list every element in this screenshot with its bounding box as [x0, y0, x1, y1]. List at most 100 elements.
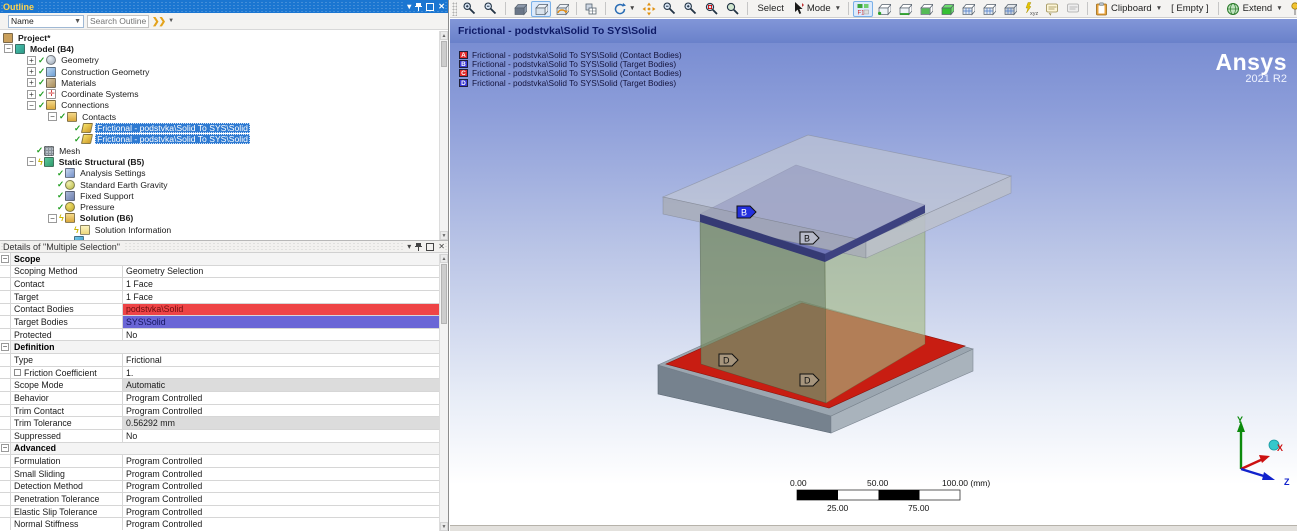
- tree-item[interactable]: +✓Coordinate Systems: [0, 88, 448, 99]
- tree-item[interactable]: −ϟSolution (B6): [0, 213, 448, 224]
- tree-expander-icon[interactable]: −: [48, 112, 57, 121]
- expand-tree-icon[interactable]: ❯❯: [152, 16, 165, 27]
- scroll-down-icon[interactable]: ▼: [440, 522, 448, 531]
- tree-item[interactable]: −Model (B4): [0, 43, 448, 54]
- pan-icon[interactable]: [639, 1, 659, 17]
- scroll-up-icon[interactable]: ▲: [440, 254, 448, 263]
- tree-item[interactable]: ✓Analysis Settings: [0, 168, 448, 179]
- coordinate-triad[interactable]: Y X Z: [1237, 415, 1290, 487]
- scroll-up-icon[interactable]: ▲: [440, 31, 448, 40]
- element-face-select-icon[interactable]: [979, 1, 999, 17]
- tree-item[interactable]: −✓Connections: [0, 100, 448, 111]
- tree-item[interactable]: +✓Construction Geometry: [0, 66, 448, 77]
- face-select-icon[interactable]: [916, 1, 936, 17]
- tree-expander-icon[interactable]: +: [27, 67, 36, 76]
- body-select-icon[interactable]: [937, 1, 957, 17]
- panel-dropdown-icon[interactable]: ▾: [407, 3, 411, 11]
- close-icon[interactable]: ✕: [438, 3, 445, 11]
- zoom-minus-icon[interactable]: [660, 1, 680, 17]
- outline-scrollbar[interactable]: ▲ ▼: [439, 31, 448, 240]
- property-value[interactable]: Program Controlled: [123, 392, 448, 404]
- select-by-icon[interactable]: Select By▼: [1287, 1, 1297, 17]
- model-scene[interactable]: B B D D 0.00 50.00 100.00 (mm) 25.00 75.…: [450, 19, 1297, 525]
- zoom-plus-icon[interactable]: [681, 1, 701, 17]
- node-select-icon[interactable]: [958, 1, 978, 17]
- shaded-exterior-icon[interactable]: [531, 1, 551, 17]
- tree-item[interactable]: +✓Materials: [0, 77, 448, 88]
- float-icon[interactable]: [426, 3, 434, 11]
- annotation-disabled-icon[interactable]: [1063, 1, 1083, 17]
- tree-expander-icon[interactable]: −: [27, 157, 36, 166]
- rotate-icon[interactable]: ▼: [610, 1, 638, 17]
- tree-item[interactable]: ✓Frictional - podstvka\Solid To SYS\Soli…: [0, 122, 448, 133]
- tree-expander-icon[interactable]: +: [27, 56, 36, 65]
- tree-expander-icon[interactable]: −: [27, 101, 36, 110]
- property-value[interactable]: 0.56292 mm: [123, 417, 448, 429]
- label-filter-icon[interactable]: F1: [853, 1, 873, 17]
- property-value[interactable]: Program Controlled: [123, 481, 448, 493]
- show-mesh-icon[interactable]: [581, 1, 601, 17]
- property-value[interactable]: Geometry Selection: [123, 266, 448, 278]
- box-zoom-icon[interactable]: [702, 1, 722, 17]
- tree-expander-icon[interactable]: +: [27, 90, 36, 99]
- tree-item[interactable]: ✓Standard Earth Gravity: [0, 179, 448, 190]
- panel-dropdown-icon[interactable]: ▾: [407, 243, 411, 251]
- zoom-fit-icon[interactable]: [723, 1, 743, 17]
- toolbar-grip[interactable]: [452, 2, 457, 16]
- parameter-checkbox[interactable]: [14, 369, 21, 376]
- clipboard-empty-label[interactable]: [ Empty ]: [1166, 1, 1213, 17]
- property-value[interactable]: Frictional: [123, 354, 448, 366]
- tree-item[interactable]: +✓Geometry: [0, 55, 448, 66]
- wireframe-icon[interactable]: [552, 1, 572, 17]
- select-label[interactable]: Select: [752, 1, 788, 17]
- property-value[interactable]: No: [123, 430, 448, 442]
- property-value[interactable]: No: [123, 329, 448, 341]
- tree-item[interactable]: ✓Mesh: [0, 145, 448, 156]
- scroll-down-icon[interactable]: ▼: [440, 231, 448, 240]
- tree-item[interactable]: ✓Frictional - podstvka\Solid To SYS\Soli…: [0, 134, 448, 145]
- clipboard-icon[interactable]: Clipboard▼: [1092, 1, 1165, 17]
- pin-icon[interactable]: [415, 2, 422, 11]
- property-value[interactable]: 1 Face: [123, 291, 448, 303]
- property-value[interactable]: SYS\Solid: [123, 316, 448, 328]
- property-value[interactable]: Program Controlled: [123, 493, 448, 505]
- scroll-thumb[interactable]: [441, 264, 447, 324]
- edge-select-icon[interactable]: [895, 1, 915, 17]
- vertex-select-icon[interactable]: [874, 1, 894, 17]
- select-mode-cursor-icon[interactable]: Mode▼: [790, 1, 844, 17]
- tree-expander-icon[interactable]: −: [4, 44, 13, 53]
- property-value[interactable]: Automatic: [123, 379, 448, 391]
- element-select-icon[interactable]: [1000, 1, 1020, 17]
- collapse-icon[interactable]: −: [1, 255, 9, 263]
- property-value[interactable]: Program Controlled: [123, 468, 448, 480]
- pin-icon[interactable]: [415, 242, 422, 251]
- close-icon[interactable]: ✕: [438, 243, 445, 251]
- search-outline-input[interactable]: [87, 15, 149, 28]
- collapse-icon[interactable]: −: [1, 444, 9, 452]
- more-options-icon[interactable]: ▼: [168, 18, 174, 24]
- collapse-icon[interactable]: −: [1, 343, 9, 351]
- property-value[interactable]: 1.: [123, 367, 448, 379]
- property-value[interactable]: Program Controlled: [123, 405, 448, 417]
- tree-item[interactable]: ✓Fixed Support: [0, 190, 448, 201]
- viewport-3d[interactable]: Frictional - podstvka\Solid To SYS\Solid…: [450, 19, 1297, 525]
- zoom-out-icon[interactable]: [481, 1, 501, 17]
- zoom-in-icon[interactable]: [460, 1, 480, 17]
- scroll-thumb[interactable]: [441, 41, 447, 67]
- tree-expander-icon[interactable]: +: [27, 78, 36, 87]
- annotation-icon[interactable]: [1042, 1, 1062, 17]
- tree-item[interactable]: −ϟStatic Structural (B5): [0, 156, 448, 167]
- tree-item[interactable]: −✓Contacts: [0, 111, 448, 122]
- extend-icon[interactable]: Extend▼: [1223, 1, 1286, 17]
- tree-item[interactable]: ✓Pressure: [0, 201, 448, 212]
- tree-item[interactable]: ϟSolution Information: [0, 224, 448, 235]
- coordinate-probe-icon[interactable]: xyz: [1021, 1, 1041, 17]
- name-filter-combo[interactable]: Name ▼: [8, 15, 84, 28]
- property-value[interactable]: 1 Face: [123, 278, 448, 290]
- float-icon[interactable]: [426, 243, 434, 251]
- property-value[interactable]: Program Controlled: [123, 455, 448, 467]
- tree-item[interactable]: Project*: [0, 32, 448, 43]
- shaded-exterior-edges-icon[interactable]: [510, 1, 530, 17]
- details-scrollbar[interactable]: ▲ ▼: [439, 254, 448, 531]
- tree-expander-icon[interactable]: −: [48, 214, 57, 223]
